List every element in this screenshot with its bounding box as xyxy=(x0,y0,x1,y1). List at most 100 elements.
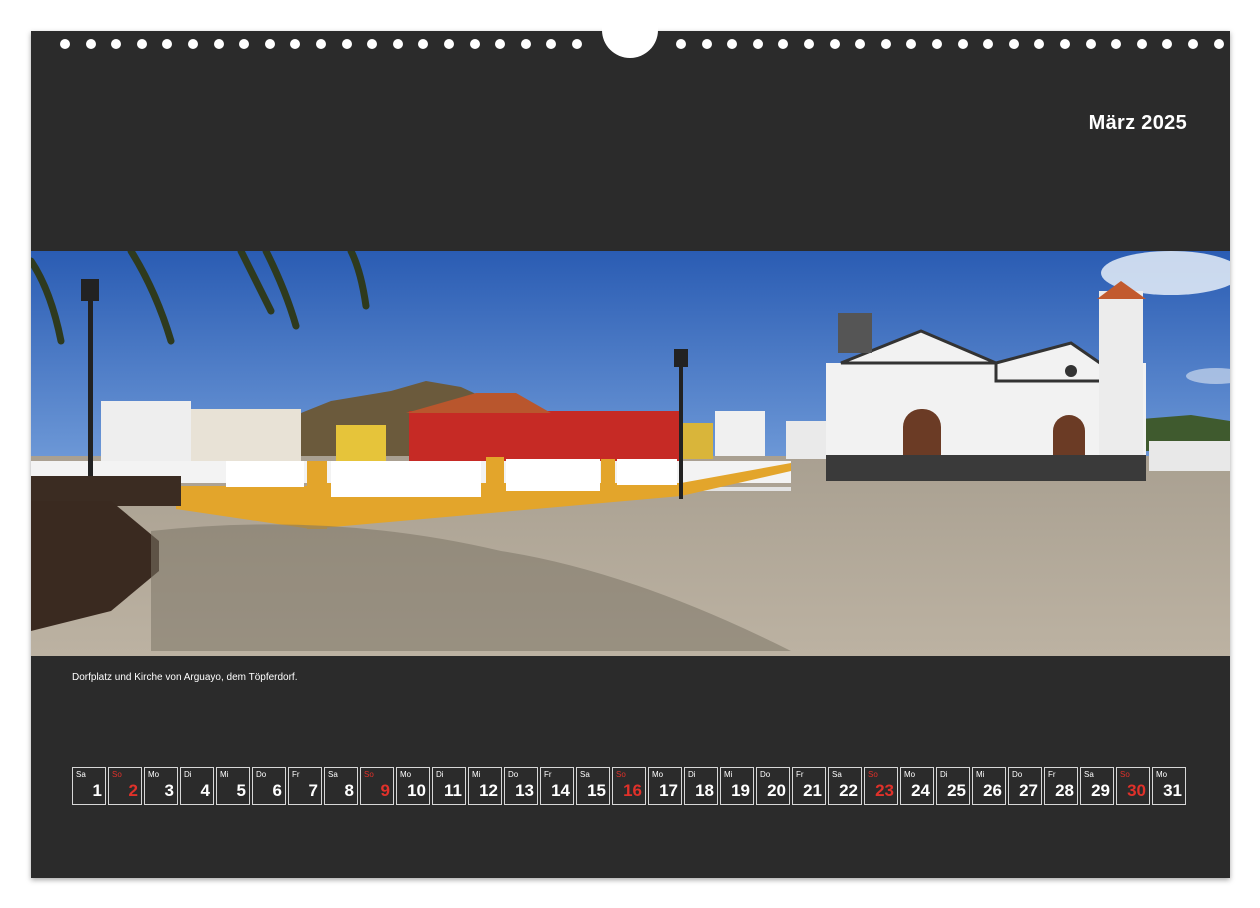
pillar xyxy=(307,461,327,529)
pillar xyxy=(486,457,504,501)
binding-hole xyxy=(1111,39,1122,49)
binding-hole xyxy=(957,39,968,49)
month-title: März 2025 xyxy=(1088,112,1187,134)
binding-hole xyxy=(495,39,506,49)
weekday-label: Sa xyxy=(76,770,86,779)
lamp-head xyxy=(674,349,688,367)
binding-hole xyxy=(188,39,198,49)
weekday-label: So xyxy=(364,770,374,779)
binding-holes xyxy=(0,0,1260,60)
day-number: 29 xyxy=(1091,781,1110,800)
binding-hole xyxy=(213,39,224,49)
weekday-label: Di xyxy=(940,770,948,779)
binding-hole xyxy=(418,39,429,49)
binding-hole xyxy=(1085,39,1096,49)
day-cell: Sa 15 xyxy=(576,767,610,805)
day-cell: Do 13 xyxy=(504,767,538,805)
weekday-label: Do xyxy=(760,770,771,779)
day-number: 25 xyxy=(947,781,966,800)
day-cell: Do 27 xyxy=(1008,767,1042,805)
binding-hole xyxy=(264,39,275,49)
day-number: 5 xyxy=(236,781,246,800)
weekday-label: Sa xyxy=(832,770,842,779)
day-number: 22 xyxy=(839,781,858,800)
binding-hole xyxy=(520,39,531,49)
day-cell: Fr 14 xyxy=(540,767,574,805)
day-cell: Mi 26 xyxy=(972,767,1006,805)
day-number: 7 xyxy=(308,781,318,800)
weekday-label: So xyxy=(868,770,878,779)
weekday-label: Mi xyxy=(472,770,481,779)
weekday-label: Mo xyxy=(904,770,916,779)
day-number: 20 xyxy=(767,781,786,800)
day-cell: So 9 xyxy=(360,767,394,805)
weekday-label: Mi xyxy=(724,770,733,779)
lamp-head xyxy=(81,279,99,301)
binding-hole xyxy=(906,39,917,49)
day-cell: Mo 17 xyxy=(648,767,682,805)
day-cell: Di 18 xyxy=(684,767,718,805)
house-white xyxy=(786,421,826,459)
house-white xyxy=(101,401,191,461)
day-number: 8 xyxy=(344,781,354,800)
weekday-label: Mo xyxy=(1156,770,1168,779)
day-cell: Sa 22 xyxy=(828,767,862,805)
day-number: 6 xyxy=(272,781,282,800)
weekday-label: Mo xyxy=(400,770,412,779)
weekday-label: Di xyxy=(436,770,444,779)
binding-hole xyxy=(444,39,454,49)
binding-hole xyxy=(111,39,122,49)
weekday-label: Mo xyxy=(652,770,664,779)
weekday-label: So xyxy=(112,770,122,779)
day-number: 3 xyxy=(164,781,174,800)
day-cell: So 30 xyxy=(1116,767,1150,805)
day-cell: Di 25 xyxy=(936,767,970,805)
weekday-label: Fr xyxy=(796,770,804,779)
day-number: 4 xyxy=(200,781,210,800)
weekday-label: Sa xyxy=(1084,770,1094,779)
calendar-page: März 2025 Dorfplatz und Kirche von Argua… xyxy=(31,31,1230,878)
binding-hole xyxy=(1162,39,1173,49)
weekday-label: Do xyxy=(1012,770,1023,779)
day-cell: Sa 29 xyxy=(1080,767,1114,805)
day-number: 18 xyxy=(695,781,714,800)
day-cell: Mi 19 xyxy=(720,767,754,805)
weekday-label: Sa xyxy=(580,770,590,779)
day-cell: Mo 31 xyxy=(1152,767,1186,805)
day-number: 28 xyxy=(1055,781,1074,800)
pillar xyxy=(601,459,615,493)
day-cell: Mo 10 xyxy=(396,767,430,805)
binding-hole xyxy=(932,39,942,49)
house-white xyxy=(1149,441,1230,471)
weekday-label: Sa xyxy=(328,770,338,779)
binding-hole xyxy=(1188,39,1198,49)
bell-gable xyxy=(838,313,872,353)
day-number: 30 xyxy=(1127,781,1146,800)
weekday-label: Do xyxy=(508,770,519,779)
binding-hole xyxy=(1008,39,1019,49)
day-cell: Fr 21 xyxy=(792,767,826,805)
day-cell: Mi 5 xyxy=(216,767,250,805)
day-cell: So 23 xyxy=(864,767,898,805)
binding-hole xyxy=(469,39,480,49)
binding-hole xyxy=(829,39,840,49)
weekday-label: Mi xyxy=(976,770,985,779)
church-plinth xyxy=(826,455,1146,481)
binding-hole xyxy=(316,39,326,49)
weekday-label: Di xyxy=(688,770,696,779)
binding-hole xyxy=(1213,39,1224,49)
day-number: 14 xyxy=(551,781,570,800)
binding-hole xyxy=(1136,39,1147,49)
house-white xyxy=(191,409,301,461)
binding-hole xyxy=(752,39,763,49)
binding-hole xyxy=(367,39,378,49)
weekday-label: Fr xyxy=(292,770,300,779)
binding-hole xyxy=(804,39,814,49)
binding-hole xyxy=(341,39,352,49)
day-number: 26 xyxy=(983,781,1002,800)
day-number: 1 xyxy=(92,781,102,800)
binding-hole xyxy=(290,39,301,49)
day-number: 24 xyxy=(911,781,930,800)
lamp-post xyxy=(88,291,93,501)
weekday-label: So xyxy=(1120,770,1130,779)
